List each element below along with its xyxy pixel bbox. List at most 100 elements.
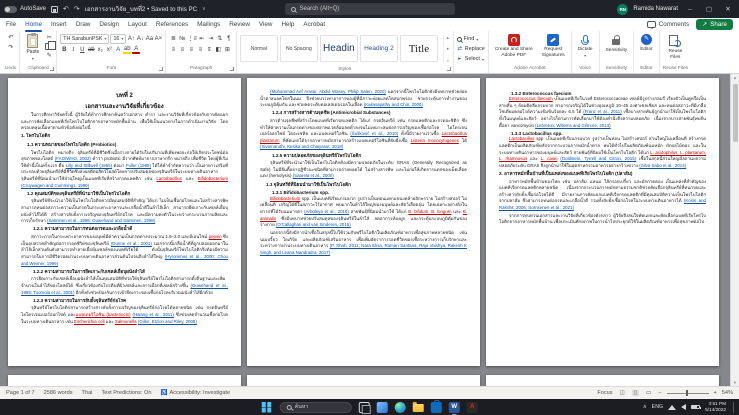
task-view-button[interactable] [358, 401, 371, 414]
highlight-color-icon[interactable]: ab [123, 45, 132, 54]
gallery-down-icon[interactable]: ▼ [446, 47, 450, 51]
undo-icon[interactable]: ↶ [7, 33, 15, 42]
web-layout-button[interactable]: ▭ [644, 390, 653, 396]
decrease-font-size-icon[interactable]: A↓ [136, 34, 144, 43]
gallery-up-icon[interactable]: ▲ [446, 36, 450, 40]
close-button[interactable]: ✕ [721, 5, 735, 13]
copy-icon[interactable] [45, 41, 57, 50]
tab-acrobat[interactable]: Acrobat [303, 19, 325, 31]
taskbar-search[interactable]: ค้นหา [279, 401, 352, 413]
multilevel-list-icon[interactable]: ⋮≡ [187, 34, 197, 43]
justify-icon[interactable]: ≡ [196, 45, 204, 54]
tab-home[interactable]: Home [25, 19, 42, 32]
minimize-button[interactable]: – [683, 6, 697, 13]
sort-icon[interactable]: ⇅ [216, 34, 224, 43]
battery-icon[interactable] [691, 404, 702, 410]
zoom-in-button[interactable]: + [714, 390, 717, 396]
text-effects-icon[interactable]: A [114, 45, 122, 54]
text-predictions[interactable]: Text Predictions: On [101, 390, 151, 396]
dictate-button[interactable]: Dictate ▾ [575, 33, 596, 58]
tab-insert[interactable]: Insert [51, 19, 67, 31]
style-normal[interactable]: Normal [239, 35, 278, 62]
numbering-icon[interactable]: № [178, 34, 186, 43]
share-button[interactable]: ↗ Share [696, 19, 733, 30]
volume-icon[interactable] [681, 404, 687, 410]
vertical-scrollbar[interactable]: ▲ ▼ [730, 74, 739, 386]
scroll-down-icon[interactable]: ▼ [733, 380, 737, 385]
font-name-select[interactable]: TH SarabunPSK ▾ [60, 33, 110, 44]
style-no-spacing[interactable]: No Spacing [279, 35, 318, 62]
style-heading-2[interactable]: Heading 2 [359, 35, 398, 62]
tab-help[interactable]: Help [281, 19, 294, 31]
word-button[interactable]: W [448, 401, 460, 415]
acrobat-button[interactable]: A [466, 401, 478, 413]
print-layout-button[interactable]: ▯ [631, 390, 639, 396]
undo-icon[interactable]: ↶ [63, 5, 69, 13]
redo-icon[interactable]: ↷ [7, 43, 15, 52]
accessibility-status[interactable]: ♿ Accessibility: Investigate [161, 390, 231, 396]
show-desktop-button[interactable] [733, 401, 735, 413]
gallery-more-icon[interactable]: ▿ [447, 58, 449, 63]
zoom-out-button[interactable]: − [658, 390, 661, 396]
file-explorer-button[interactable] [412, 402, 424, 412]
increase-indent-icon[interactable]: ⇥ [207, 34, 215, 43]
style-heading-1[interactable]: Headin [319, 35, 358, 62]
zoom-percentage[interactable]: 54% [722, 390, 733, 396]
page-5[interactable] [247, 375, 480, 386]
zoom-slider[interactable] [666, 390, 709, 396]
wifi-icon[interactable] [668, 404, 677, 410]
page-4[interactable] [8, 375, 241, 386]
request-signatures-button[interactable]: Request Signatures [539, 33, 568, 58]
decrease-indent-icon[interactable]: ⇤ [198, 34, 206, 43]
tab-file[interactable]: File [6, 19, 16, 31]
search-box[interactable]: Search (Alt+Q) [284, 3, 455, 15]
strikethrough-icon[interactable]: ab [87, 45, 95, 54]
tab-review[interactable]: Review [229, 19, 250, 31]
replace-button[interactable]: ⇄ Replace [457, 45, 485, 53]
paste-button[interactable]: Paste ▾ [23, 33, 42, 62]
font-size-select[interactable]: 16 ▾ [110, 33, 127, 44]
tray-chevron-icon[interactable]: ∧ [643, 404, 647, 410]
maximize-button[interactable]: ▢ [702, 5, 716, 13]
format-painter-icon[interactable]: ✎ [45, 51, 53, 60]
change-case-icon[interactable]: Aa [145, 34, 153, 43]
widgets-button[interactable] [376, 401, 388, 413]
tab-references[interactable]: References [156, 19, 188, 31]
scrollbar-thumb[interactable] [732, 84, 738, 142]
page-3[interactable]: 1.3.2 Enterococcus faecium Enterococcus f… [486, 78, 719, 366]
comments-button[interactable]: Comments [646, 21, 689, 29]
select-button[interactable]: ▸ Select ▾ [457, 55, 484, 63]
clear-formatting-icon[interactable]: A× [154, 34, 163, 43]
align-center-icon[interactable]: ≡ [178, 45, 186, 54]
tab-layout[interactable]: Layout [128, 19, 147, 31]
microsoft-store-button[interactable] [430, 399, 442, 413]
editor-button[interactable]: Editor [637, 33, 656, 53]
avatar[interactable]: RN [617, 3, 629, 15]
show-formatting-icon[interactable]: ¶ [225, 34, 233, 43]
find-button[interactable]: Find ▾ [456, 35, 478, 43]
word-count[interactable]: 2586 words [44, 390, 73, 396]
style-title[interactable]: Title [399, 35, 438, 62]
language-switcher[interactable]: ENG [652, 404, 663, 410]
focus-button[interactable]: Focus [597, 390, 612, 396]
page-2[interactable]: (Muhammad Arif Anwar, Abdul Wasey, Phili… [247, 78, 480, 366]
superscript-icon[interactable]: x² [105, 45, 113, 54]
bullets-icon[interactable]: ≣ [169, 34, 177, 43]
scroll-up-icon[interactable]: ▲ [733, 75, 737, 80]
document-title[interactable]: เอกสารงานวิจัย_บทที่2 • Saved to this PC [85, 4, 197, 14]
autosave-toggle[interactable]: AutoSave [4, 5, 46, 13]
shading-icon[interactable]: ◧ [214, 45, 222, 54]
tab-draw[interactable]: Draw [76, 19, 91, 31]
autosave-switch-icon[interactable] [4, 5, 17, 13]
page-6[interactable] [486, 375, 719, 386]
tab-mailings[interactable]: Mailings [197, 19, 220, 31]
paste-dropdown-icon[interactable]: ▾ [32, 56, 34, 61]
start-button[interactable] [261, 402, 266, 407]
line-spacing-icon[interactable]: ⇕ [205, 45, 213, 54]
italic-icon[interactable]: I [69, 45, 77, 54]
page-indicator[interactable]: Page 1 of 7 [6, 390, 35, 396]
reuse-files-button[interactable]: Reuse Files [663, 33, 688, 60]
sensitivity-button[interactable]: Sensitivity [603, 33, 631, 54]
create-share-adobe-pdf-button[interactable]: Create and Share Adobe PDF [492, 33, 536, 58]
bold-icon[interactable]: B [60, 45, 68, 54]
